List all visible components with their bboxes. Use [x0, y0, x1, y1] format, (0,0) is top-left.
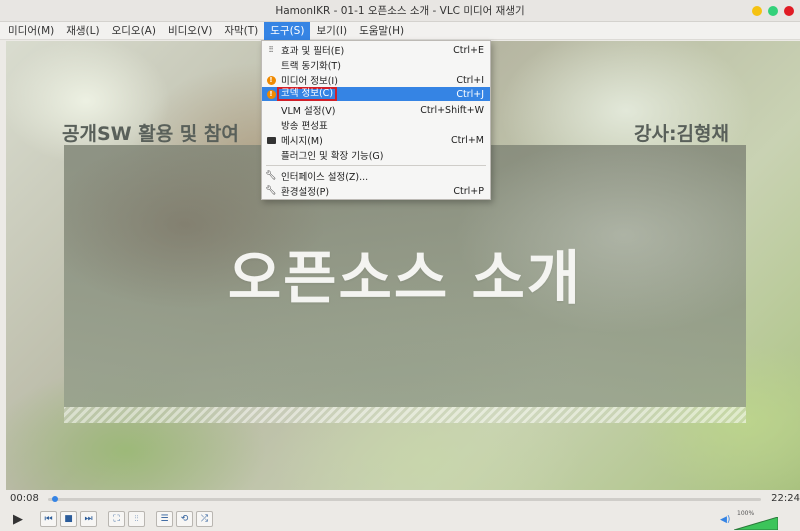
previous-icon: ⏮ — [44, 514, 53, 524]
menu-item-vlm-config[interactable]: VLM 설정(V) Ctrl+Shift+W — [262, 103, 490, 118]
terminal-icon — [266, 136, 276, 144]
shuffle-icon: ⤮ — [200, 514, 209, 524]
shuffle-button[interactable]: ⤮ — [196, 511, 213, 527]
speaker-icon[interactable]: ◀) — [720, 515, 730, 525]
menu-item-shortcut: Ctrl+P — [453, 185, 484, 197]
menu-video[interactable]: 비디오(V) — [162, 22, 218, 40]
menu-item-label: 효과 및 필터(E) — [281, 46, 345, 57]
menu-media[interactable]: 미디어(M) — [2, 22, 60, 40]
menu-item-shortcut: Ctrl+E — [453, 44, 484, 56]
menu-item-label: 미디어 정보(I) — [281, 76, 338, 87]
menu-audio[interactable]: 오디오(A) — [106, 22, 162, 40]
menu-item-label: 인터페이스 설정(Z)... — [281, 172, 369, 183]
elapsed-time: 00:08 — [10, 493, 39, 504]
menu-item-shortcut: Ctrl+M — [450, 134, 484, 146]
menu-item-label: VLM 설정(V) — [281, 106, 336, 117]
menu-playback[interactable]: 재생(L) — [60, 22, 105, 40]
tools-menu: ⫶⫶ 효과 및 필터(E) Ctrl+E 트랙 동기화(T) ! 미디어 정보(… — [261, 40, 491, 200]
volume-percent: 100% — [737, 510, 755, 517]
menu-subtitle[interactable]: 자막(T) — [218, 22, 264, 40]
next-icon: ⏭ — [84, 514, 93, 524]
loop-icon: ⟲ — [180, 514, 189, 524]
seek-handle[interactable] — [52, 496, 59, 502]
window-buttons — [752, 6, 794, 16]
fullscreen-button[interactable]: ⛶ — [108, 511, 125, 527]
control-bar: ▶ ⏮ ■ ⏭ ⛶ ⫶⫶ ☰ ⟲ ⤮ ◀) 100% — [0, 508, 800, 531]
maximize-button[interactable] — [768, 6, 778, 16]
menu-tools[interactable]: 도구(S) — [264, 21, 311, 40]
menu-view[interactable]: 보기(I) — [310, 22, 353, 40]
next-button[interactable]: ⏭ — [80, 511, 97, 527]
loop-button[interactable]: ⟲ — [176, 511, 193, 527]
menu-help[interactable]: 도움말(H) — [353, 22, 410, 40]
seek-bar-row: 00:08 22:24 — [0, 490, 800, 508]
menu-item-codec-info[interactable]: ! 코덱 정보(C) Ctrl+J — [262, 87, 490, 101]
seek-slider[interactable] — [48, 496, 761, 502]
menu-item-label: 트랙 동기화(T) — [281, 61, 341, 72]
menu-bar: 미디어(M) 재생(L) 오디오(A) 비디오(V) 자막(T) 도구(S) 보… — [0, 21, 800, 40]
menu-item-preferences[interactable]: 🔧︎ 환경설정(P) Ctrl+P — [262, 184, 490, 199]
info-icon: ! — [266, 75, 276, 85]
menu-item-interface-settings[interactable]: 🔧︎ 인터페이스 설정(Z)... — [262, 169, 490, 183]
menu-item-shortcut: Ctrl+J — [456, 88, 484, 100]
slide-instructor: 강사:김형채 — [634, 123, 729, 145]
window-title: HamonIKR - 01-1 오픈소스 소개 - VLC 미디어 재생기 — [275, 5, 525, 17]
menu-item-messages[interactable]: 메시지(M) Ctrl+M — [262, 133, 490, 147]
menu-separator — [266, 165, 486, 166]
playlist-icon: ☰ — [160, 514, 169, 524]
menu-item-label: 코덱 정보(C) — [277, 87, 338, 101]
menu-item-label: 플러그인 및 확장 기능(G) — [281, 151, 384, 162]
play-icon: ▶ — [13, 511, 23, 527]
slide-course-title: 공개SW 활용 및 참여 — [62, 123, 239, 145]
menu-item-program-guide[interactable]: 방송 편성표 — [262, 118, 490, 132]
wrench-icon: 🔧︎ — [265, 171, 277, 181]
menu-item-effects-filters[interactable]: ⫶⫶ 효과 및 필터(E) Ctrl+E — [262, 43, 490, 58]
play-button[interactable]: ▶ — [10, 511, 26, 527]
menu-item-label: 메시지(M) — [281, 136, 323, 147]
wrench-icon: 🔧︎ — [265, 186, 277, 196]
minimize-button[interactable] — [752, 6, 762, 16]
menu-item-track-sync[interactable]: 트랙 동기화(T) — [262, 58, 490, 72]
slide-main-title: 오픈소스 소개 — [227, 244, 583, 312]
previous-button[interactable]: ⏮ — [40, 511, 57, 527]
title-bar: HamonIKR - 01-1 오픈소스 소개 - VLC 미디어 재생기 — [0, 0, 800, 22]
menu-item-plugins[interactable]: 플러그인 및 확장 기능(G) — [262, 148, 490, 162]
total-time: 22:24 — [771, 493, 800, 504]
menu-item-shortcut: Ctrl+Shift+W — [420, 104, 484, 116]
menu-item-shortcut: Ctrl+I — [456, 74, 484, 86]
menu-item-label: 방송 편성표 — [281, 121, 328, 132]
equalizer-icon: ⫶⫶ — [269, 45, 273, 54]
stop-icon: ■ — [64, 514, 73, 524]
slide-stripe — [64, 407, 746, 423]
stop-button[interactable]: ■ — [60, 511, 77, 527]
equalizer-icon: ⫶⫶ — [134, 514, 139, 523]
close-button[interactable] — [784, 6, 794, 16]
playlist-button[interactable]: ☰ — [156, 511, 173, 527]
fullscreen-icon: ⛶ — [113, 514, 120, 524]
extended-settings-button[interactable]: ⫶⫶ — [128, 511, 145, 527]
menu-item-media-info[interactable]: ! 미디어 정보(I) Ctrl+I — [262, 73, 490, 87]
menu-item-label: 환경설정(P) — [281, 187, 330, 198]
info-icon: ! — [266, 89, 276, 99]
volume-slider-outline — [734, 517, 778, 530]
